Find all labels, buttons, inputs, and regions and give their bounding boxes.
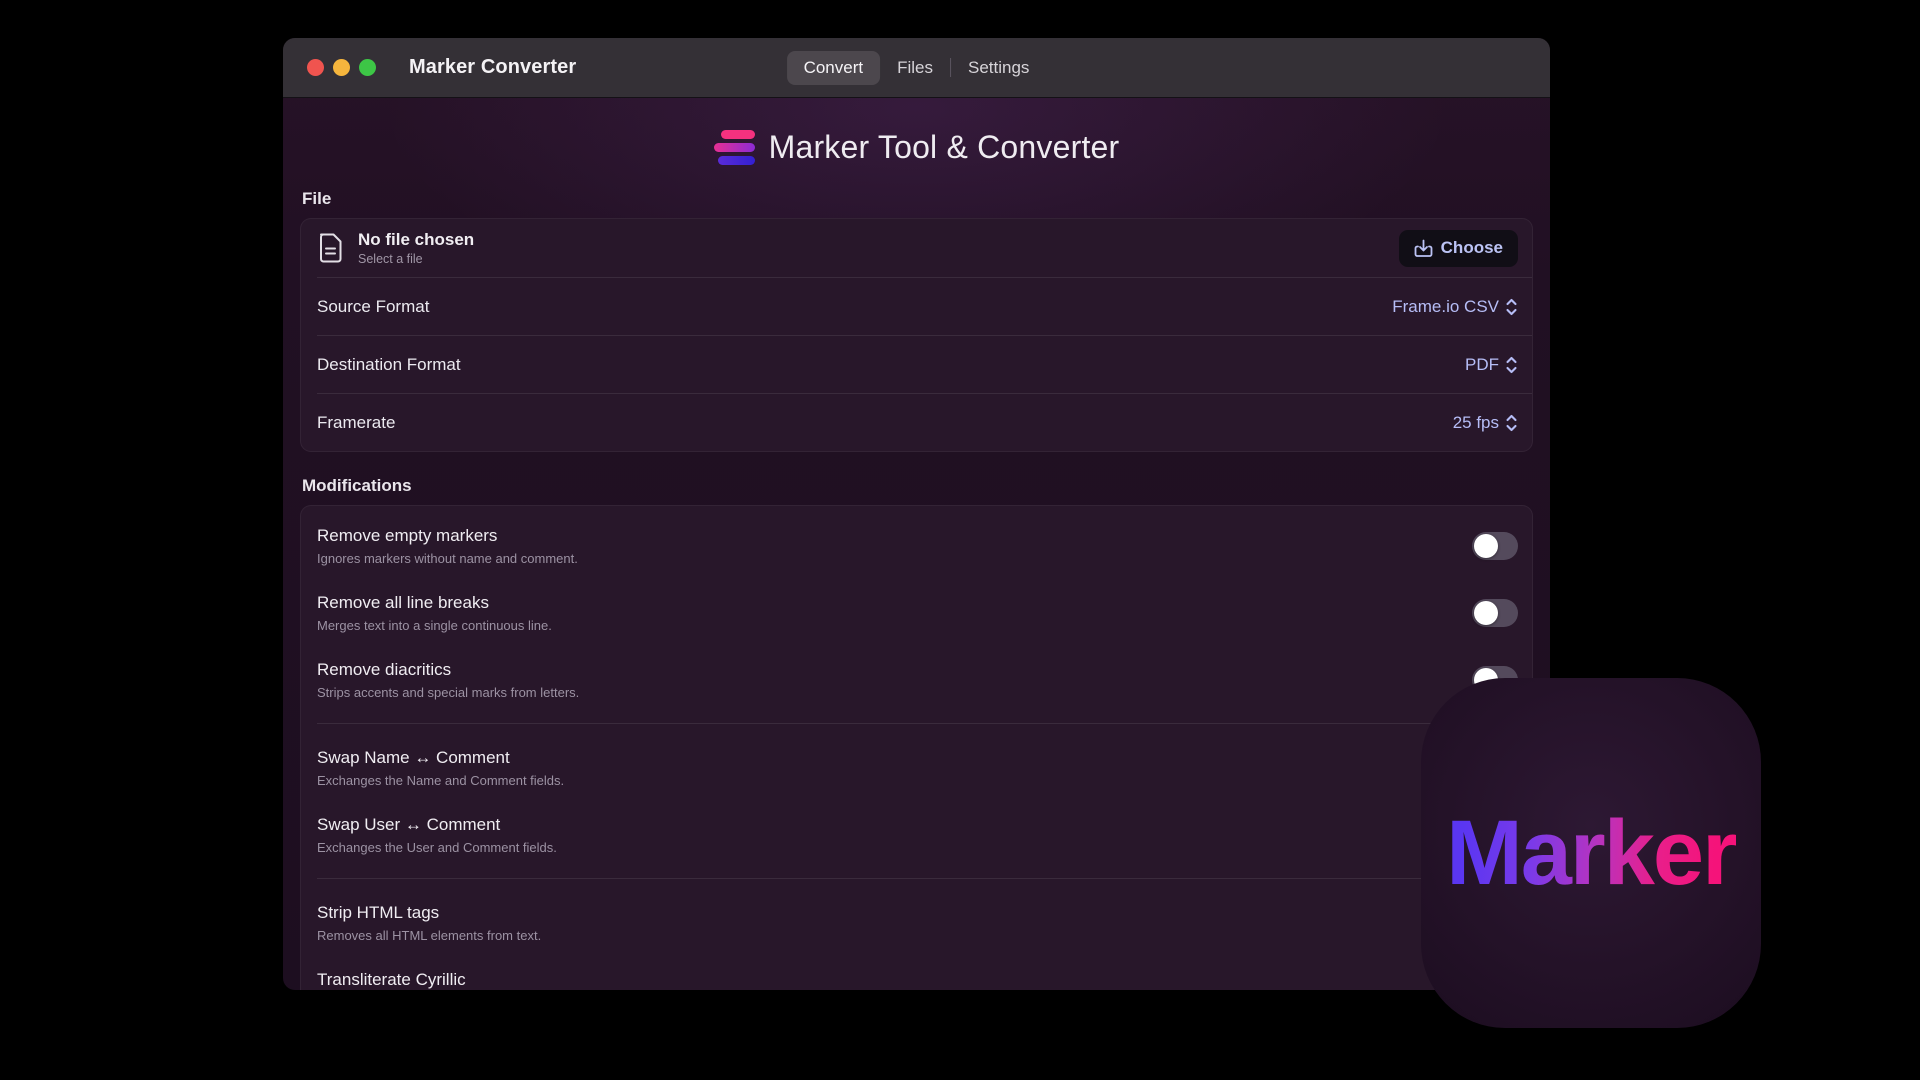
- toggle-remove-empty-markers[interactable]: [1472, 532, 1518, 560]
- dropdown-destination-format[interactable]: PDF: [1465, 355, 1518, 375]
- form-row-destination-format: Destination Format PDF: [301, 336, 1532, 393]
- modification-row: Remove diacritics Strips accents and spec…: [301, 646, 1532, 713]
- modification-subtitle: Removes all HTML elements from text.: [317, 928, 541, 944]
- toggle-knob: [1474, 534, 1498, 558]
- desktop: Marker Converter ConvertFilesSettings Ma…: [0, 0, 1920, 1080]
- modification-title: Remove diacritics: [317, 659, 579, 680]
- modification-texts: Swap User ↔ Comment Exchanges the User an…: [317, 814, 557, 856]
- dropdown-value: PDF: [1465, 355, 1499, 375]
- form-label: Destination Format: [317, 355, 461, 375]
- close-window-button[interactable]: [307, 59, 324, 76]
- modification-texts: Strip HTML tags Removes all HTML elements…: [317, 902, 541, 944]
- file-chooser-hint: Select a file: [358, 252, 1399, 266]
- modification-row: Swap User ↔ Comment Exchanges the User an…: [301, 801, 1532, 868]
- group-divider: [317, 723, 1532, 724]
- marker-logo-icon: [714, 130, 756, 165]
- zoom-window-button[interactable]: [359, 59, 376, 76]
- form-label: Source Format: [317, 297, 429, 317]
- file-chooser-texts: No file chosen Select a file: [358, 230, 1399, 266]
- choose-file-button-label: Choose: [1441, 238, 1503, 258]
- traffic-lights: [307, 59, 376, 76]
- file-card: No file chosen Select a file Choose: [300, 218, 1533, 452]
- modification-row: Remove empty markers Ignores markers with…: [301, 512, 1532, 579]
- tab-bar: ConvertFilesSettings: [787, 51, 1047, 85]
- modification-texts: Remove empty markers Ignores markers with…: [317, 525, 578, 567]
- title-bar: Marker Converter ConvertFilesSettings: [283, 38, 1550, 98]
- form-row-source-format: Source Format Frame.io CSV: [301, 278, 1532, 335]
- modifications-section-label: Modifications: [302, 476, 1533, 496]
- modification-title: Strip HTML tags: [317, 902, 541, 923]
- form-label: Framerate: [317, 413, 395, 433]
- app-header: Marker Tool & Converter: [300, 123, 1533, 171]
- minimize-window-button[interactable]: [333, 59, 350, 76]
- modification-title: Swap Name ↔ Comment: [317, 747, 564, 768]
- toggle-remove-all-line-breaks[interactable]: [1472, 599, 1518, 627]
- modification-subtitle: Merges text into a single continuous lin…: [317, 618, 552, 634]
- modification-title: Remove empty markers: [317, 525, 578, 546]
- group-divider: [317, 878, 1532, 879]
- document-icon: [317, 233, 343, 263]
- chevron-up-down-icon: [1505, 413, 1518, 433]
- modification-row: Transliterate CyrillicConverts Cyrillic …: [301, 956, 1532, 990]
- window-title: Marker Converter: [409, 56, 576, 79]
- dropdown-source-format[interactable]: Frame.io CSV: [1392, 297, 1518, 317]
- import-file-icon: [1414, 239, 1433, 258]
- modification-texts: Swap Name ↔ Comment Exchanges the Name an…: [317, 747, 564, 789]
- modification-texts: Remove diacritics Strips accents and spec…: [317, 659, 579, 701]
- main-content: Marker Tool & Converter File No file cho…: [283, 123, 1550, 990]
- modifications-card: Remove empty markers Ignores markers with…: [300, 505, 1533, 990]
- tab-convert[interactable]: Convert: [787, 51, 881, 85]
- modification-subtitle: Exchanges the User and Comment fields.: [317, 840, 557, 856]
- choose-file-button[interactable]: Choose: [1399, 230, 1518, 267]
- modification-row: Remove all line breaks Merges text into a…: [301, 579, 1532, 646]
- marker-app-icon: Marker: [1421, 678, 1761, 1028]
- tab-files[interactable]: Files: [880, 51, 950, 85]
- modification-title: Remove all line breaks: [317, 592, 552, 613]
- modification-row: Strip HTML tags Removes all HTML elements…: [301, 889, 1532, 956]
- tab-settings[interactable]: Settings: [951, 51, 1046, 85]
- marker-app-icon-wordmark: Marker: [1446, 801, 1736, 906]
- modification-title: Swap User ↔ Comment: [317, 814, 557, 835]
- modification-title: Transliterate Cyrillic: [317, 969, 569, 990]
- dropdown-value: 25 fps: [1453, 413, 1499, 433]
- chevron-up-down-icon: [1505, 297, 1518, 317]
- dropdown-value: Frame.io CSV: [1392, 297, 1499, 317]
- modification-row: Swap Name ↔ Comment Exchanges the Name an…: [301, 734, 1532, 801]
- page-title: Marker Tool & Converter: [769, 129, 1120, 166]
- form-row-framerate: Framerate 25 fps: [301, 394, 1532, 451]
- modification-texts: Remove all line breaks Merges text into a…: [317, 592, 552, 634]
- chevron-up-down-icon: [1505, 355, 1518, 375]
- dropdown-framerate[interactable]: 25 fps: [1453, 413, 1518, 433]
- file-chosen-label: No file chosen: [358, 230, 1399, 250]
- file-chooser-row: No file chosen Select a file Choose: [301, 219, 1532, 277]
- modification-subtitle: Ignores markers without name and comment…: [317, 551, 578, 567]
- modification-texts: Transliterate CyrillicConverts Cyrillic …: [317, 969, 569, 990]
- app-window: Marker Converter ConvertFilesSettings Ma…: [283, 38, 1550, 990]
- file-section-label: File: [302, 189, 1533, 209]
- toggle-knob: [1474, 601, 1498, 625]
- modification-subtitle: Strips accents and special marks from le…: [317, 685, 579, 701]
- modification-subtitle: Exchanges the Name and Comment fields.: [317, 773, 564, 789]
